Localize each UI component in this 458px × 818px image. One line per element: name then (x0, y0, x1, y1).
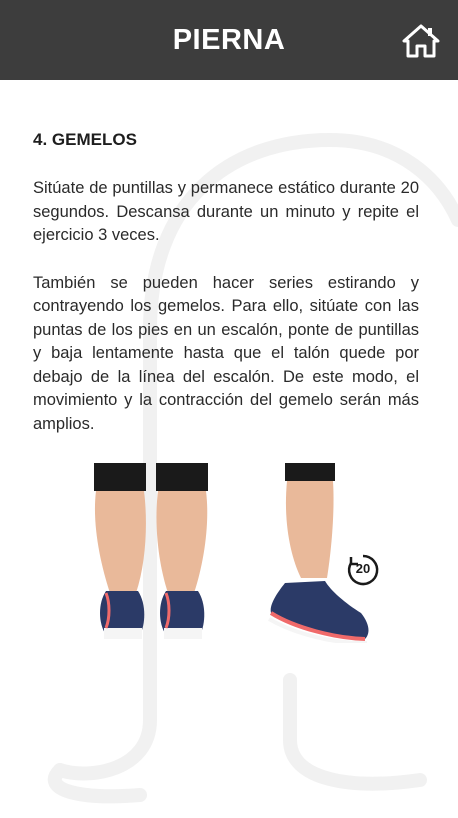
exercise-title: 4. GEMELOS (33, 130, 137, 149)
paragraph: Sitúate de puntillas y permanece estátic… (33, 179, 419, 244)
legs-standing-image (94, 463, 208, 639)
top-bar: PIERNA (0, 0, 458, 80)
timer-value: 20 (355, 561, 371, 576)
home-icon (402, 24, 440, 58)
home-button[interactable] (402, 22, 440, 60)
page-title: PIERNA (172, 24, 286, 56)
timer-badge: 20 (346, 553, 380, 587)
exercise-content: 4. GEMELOS Sitúate de puntillas y perman… (33, 130, 419, 460)
paragraph: También se pueden hacer series estirando… (33, 273, 419, 433)
